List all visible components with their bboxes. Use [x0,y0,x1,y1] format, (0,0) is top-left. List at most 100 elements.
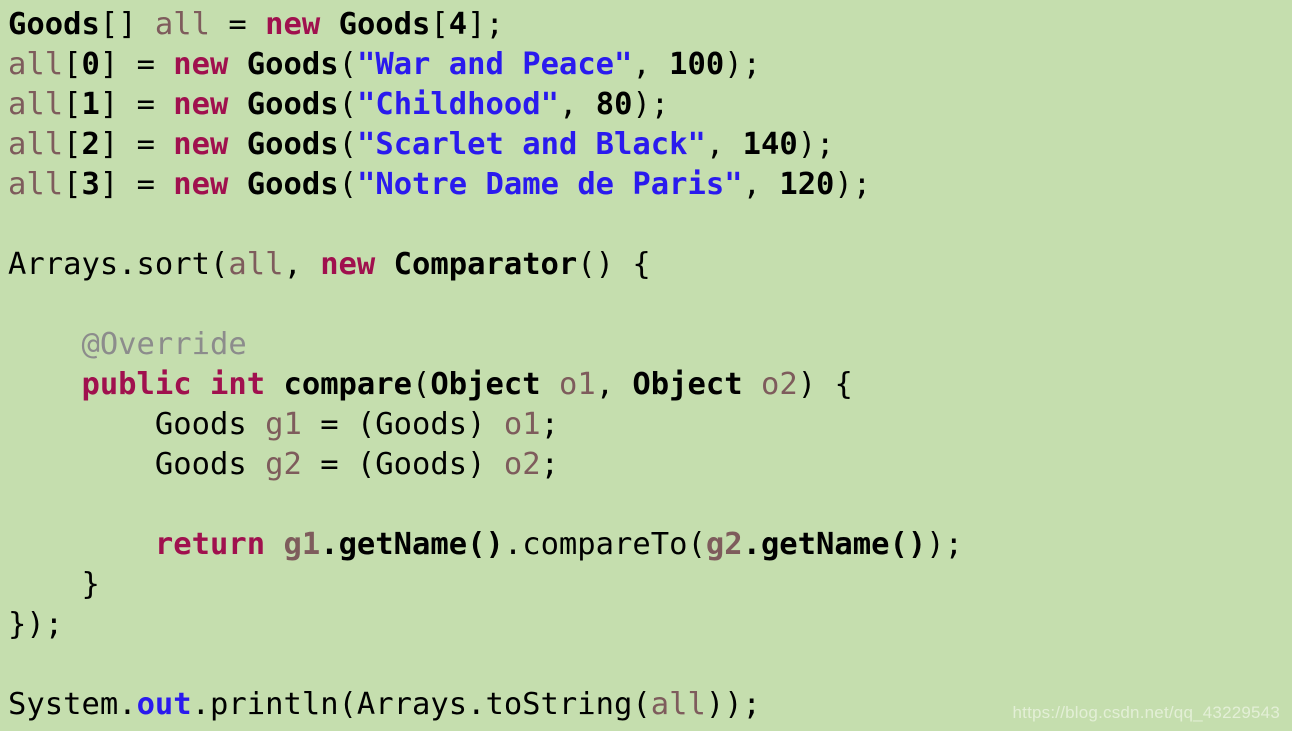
code-token-class: Goods [246,47,339,82]
code-line: @Override [8,325,1292,365]
code-token-plain: .println(Arrays.toString( [191,687,651,722]
code-token-ident: all [228,247,284,282]
code-token-plain: System [8,687,119,722]
code-token-keyword: new [320,247,376,282]
code-token-comment: @Override [81,327,247,362]
code-token-ident: o1 [503,407,541,442]
code-token-keyword: return [154,527,266,562]
code-line: Goods g2 = (Goods) o2; [8,445,1292,485]
code-token-plain: ); [724,47,761,82]
code-line: }); [8,605,1292,645]
code-token-class: compare [283,367,413,402]
code-token-plain: )); [705,687,761,722]
code-token-plain: ; [540,407,559,442]
code-token-number: 3 [81,167,100,202]
code-token-plain: } [8,567,100,602]
code-block[interactable]: Goods[] all = new Goods[4]; all[0] = new … [8,5,1292,725]
code-token-plain: ) [467,407,504,442]
code-token-ident: o1 [558,367,596,402]
code-line: } [8,565,1292,605]
code-token-keyword: new [173,87,229,122]
code-token-string: "Childhood" [356,87,559,122]
code-token-number: 2 [81,127,100,162]
code-token-plain: .compareTo( [503,527,706,562]
code-token-plain: ( [412,367,431,402]
code-token-number: 0 [81,47,100,82]
code-line: return g1.getName().compareTo(g2.getName… [8,525,1292,565]
code-token-plain: = [210,7,266,42]
code-token-plain: . [118,687,137,722]
code-token-ident: o2 [503,447,541,482]
code-token-string: "Notre Dame de Paris" [356,167,743,202]
code-token-plain: ); [632,87,670,122]
code-token-plain: ); [834,167,872,202]
code-token-plain: Goods [154,407,247,442]
code-token-plain: = ( [301,447,376,482]
code-token-class: Goods [246,127,339,162]
code-token-plain: , [705,127,743,162]
code-token-keyword: new [173,47,229,82]
code-token-number: 1 [81,87,100,122]
code-token-number: 100 [669,47,725,82]
code-line: Goods g1 = (Goods) o1; [8,405,1292,445]
code-token-class: Goods [246,87,339,122]
code-token-class: Goods [338,7,431,42]
code-token-class: Comparator [393,247,578,282]
code-token-plain: Goods [154,447,247,482]
code-line: Goods[] all = new Goods[4]; [8,5,1292,45]
code-token-ident: all [8,87,64,122]
code-token-plain: , [283,247,321,282]
code-token-number: 140 [742,127,798,162]
code-line: all[3] = new Goods("Notre Dame de Paris"… [8,165,1292,205]
code-token-keyword: public int [81,367,266,402]
code-token-class: .getName() [320,527,504,562]
code-token-plain: ] = [99,127,174,162]
code-line: Arrays.sort(all, new Comparator() { [8,245,1292,285]
code-token-class: Object [430,367,541,402]
code-token-plain: , [595,367,633,402]
code-token-plain: Goods [375,447,468,482]
code-token-ident: all [154,7,211,42]
code-token-ident: all [8,127,64,162]
code-token-class: .getName() [742,527,927,562]
code-token-identb: g2 [705,527,743,562]
code-token-ident: g2 [265,447,302,482]
code-token-field: out [136,687,192,722]
code-token-string: "War and Peace" [356,47,633,82]
code-token-plain: ( [338,87,357,122]
code-token-plain: ; [540,447,559,482]
code-token-ident: all [8,167,64,202]
code-token-plain: , [632,47,670,82]
code-token-number: 120 [779,167,835,202]
code-token-number: 4 [448,7,468,42]
code-line: all[2] = new Goods("Scarlet and Black", … [8,125,1292,165]
code-token-plain: = ( [301,407,376,442]
code-token-plain: [ [63,167,82,202]
code-token-plain: Goods [375,407,468,442]
code-line: all[0] = new Goods("War and Peace", 100)… [8,45,1292,85]
code-token-ident: o2 [760,367,798,402]
code-snippet-surface: Goods[] all = new Goods[4]; all[0] = new … [0,0,1292,731]
code-token-ident: all [8,47,64,82]
code-token-plain: [ [63,47,82,82]
code-token-keyword: new [265,7,321,42]
code-token-plain: ( [338,167,357,202]
code-token-class: Object [632,367,743,402]
code-token-plain: ); [926,527,963,562]
